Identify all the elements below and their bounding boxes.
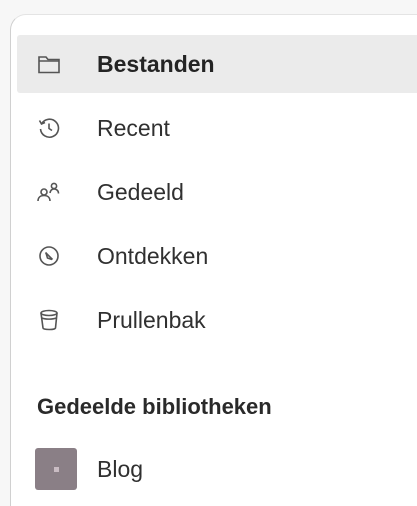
navigation-pane: Bestanden Recent Gedeeld Ontdekken Prull… [10,14,417,506]
compass-icon [35,242,63,270]
library-item-blog[interactable]: Blog [17,440,417,498]
nav-item-bestanden[interactable]: Bestanden [17,35,417,93]
library-item-label: Blog [97,455,144,482]
folder-icon [35,50,63,78]
nav-item-label: Prullenbak [97,306,206,333]
nav-item-ontdekken[interactable]: Ontdekken [17,227,417,285]
people-icon [35,178,63,206]
library-thumbnail [35,448,77,490]
nav-item-gedeeld[interactable]: Gedeeld [17,163,417,221]
history-icon [35,114,63,142]
nav-item-label: Gedeeld [97,178,184,205]
nav-item-label: Ontdekken [97,242,209,269]
nav-item-label: Bestanden [97,50,215,77]
nav-item-label: Recent [97,114,170,141]
nav-item-recent[interactable]: Recent [17,99,417,157]
trash-icon [35,306,63,334]
shared-libraries-header: Gedeelde bibliotheken [37,394,272,419]
nav-item-prullenbak[interactable]: Prullenbak [17,291,417,349]
